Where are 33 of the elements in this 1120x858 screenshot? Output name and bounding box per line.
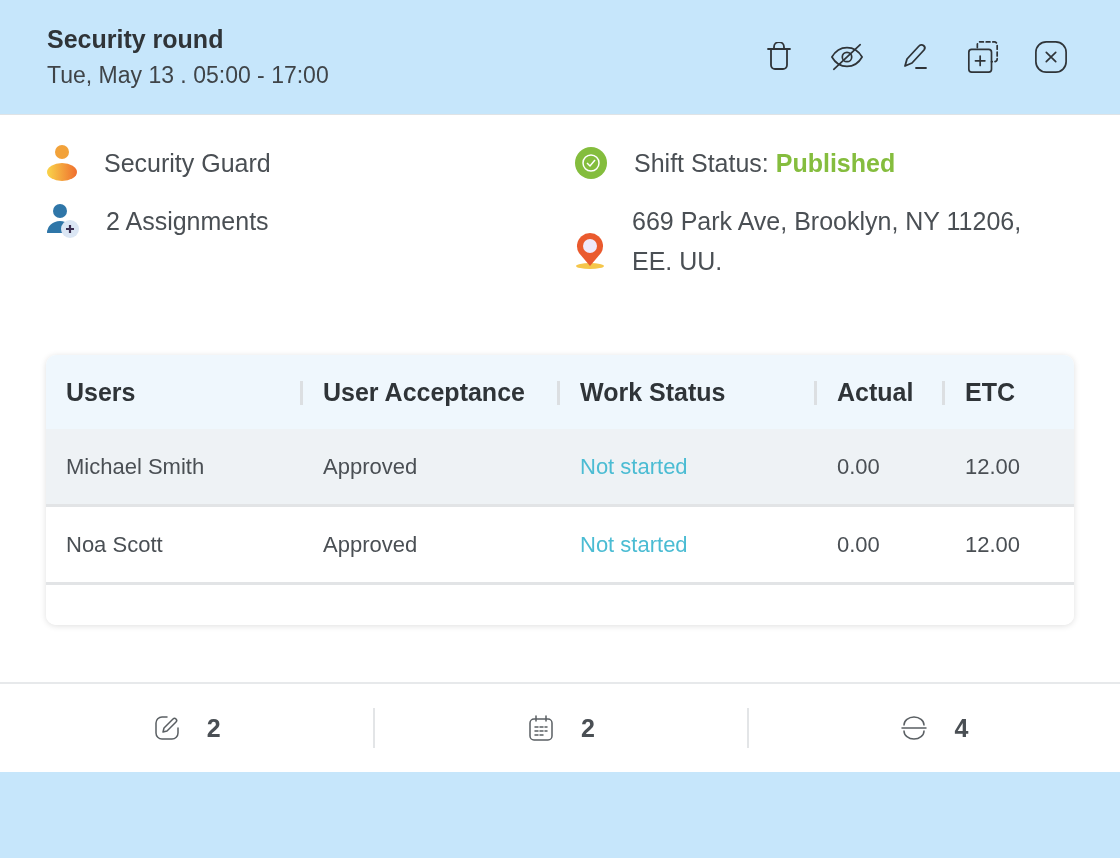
table-cell: Approved <box>303 429 560 507</box>
calendar-icon <box>527 714 556 742</box>
location-pin-icon <box>574 232 606 270</box>
column-header: Work Status <box>560 355 817 429</box>
column-header: Actual <box>817 355 945 429</box>
trash-icon <box>765 42 793 72</box>
eye-slash-icon <box>830 42 864 72</box>
table-cell: Noa Scott <box>46 507 303 585</box>
shift-title: Security round <box>47 25 225 54</box>
person-icon <box>46 144 78 182</box>
stat-count: 2 <box>206 713 221 743</box>
add-user-icon <box>46 203 80 239</box>
pencil-icon <box>901 42 929 72</box>
close-icon <box>1034 39 1068 75</box>
table-cell: Michael Smith <box>46 429 303 507</box>
table-cell: 0.00 <box>817 429 945 507</box>
check-circle-icon <box>574 146 608 180</box>
address-text: 669 Park Ave, Brooklyn, NY 11206, EE. UU. <box>632 206 1023 277</box>
duplicate-icon <box>966 39 1000 75</box>
stat-count: 2 <box>581 713 595 743</box>
shift-time: Tue, May 13 . 05:00 - 17:00 <box>47 62 329 89</box>
column-header: ETC <box>945 355 1074 429</box>
column-header: User Acceptance <box>303 355 560 429</box>
edit-icon <box>152 714 181 742</box>
stat-count: 4 <box>954 713 969 743</box>
shift-status-text: Shift Status: Published <box>634 148 896 179</box>
table-cell: 12.00 <box>945 507 1074 585</box>
column-header: Users <box>46 355 303 429</box>
assignments-text: 2 Assignments <box>106 206 269 237</box>
table-cell: Not started <box>560 429 817 507</box>
scan-icon <box>900 714 929 742</box>
table-cell: 12.00 <box>945 429 1074 507</box>
role-text: Security Guard <box>104 148 271 179</box>
